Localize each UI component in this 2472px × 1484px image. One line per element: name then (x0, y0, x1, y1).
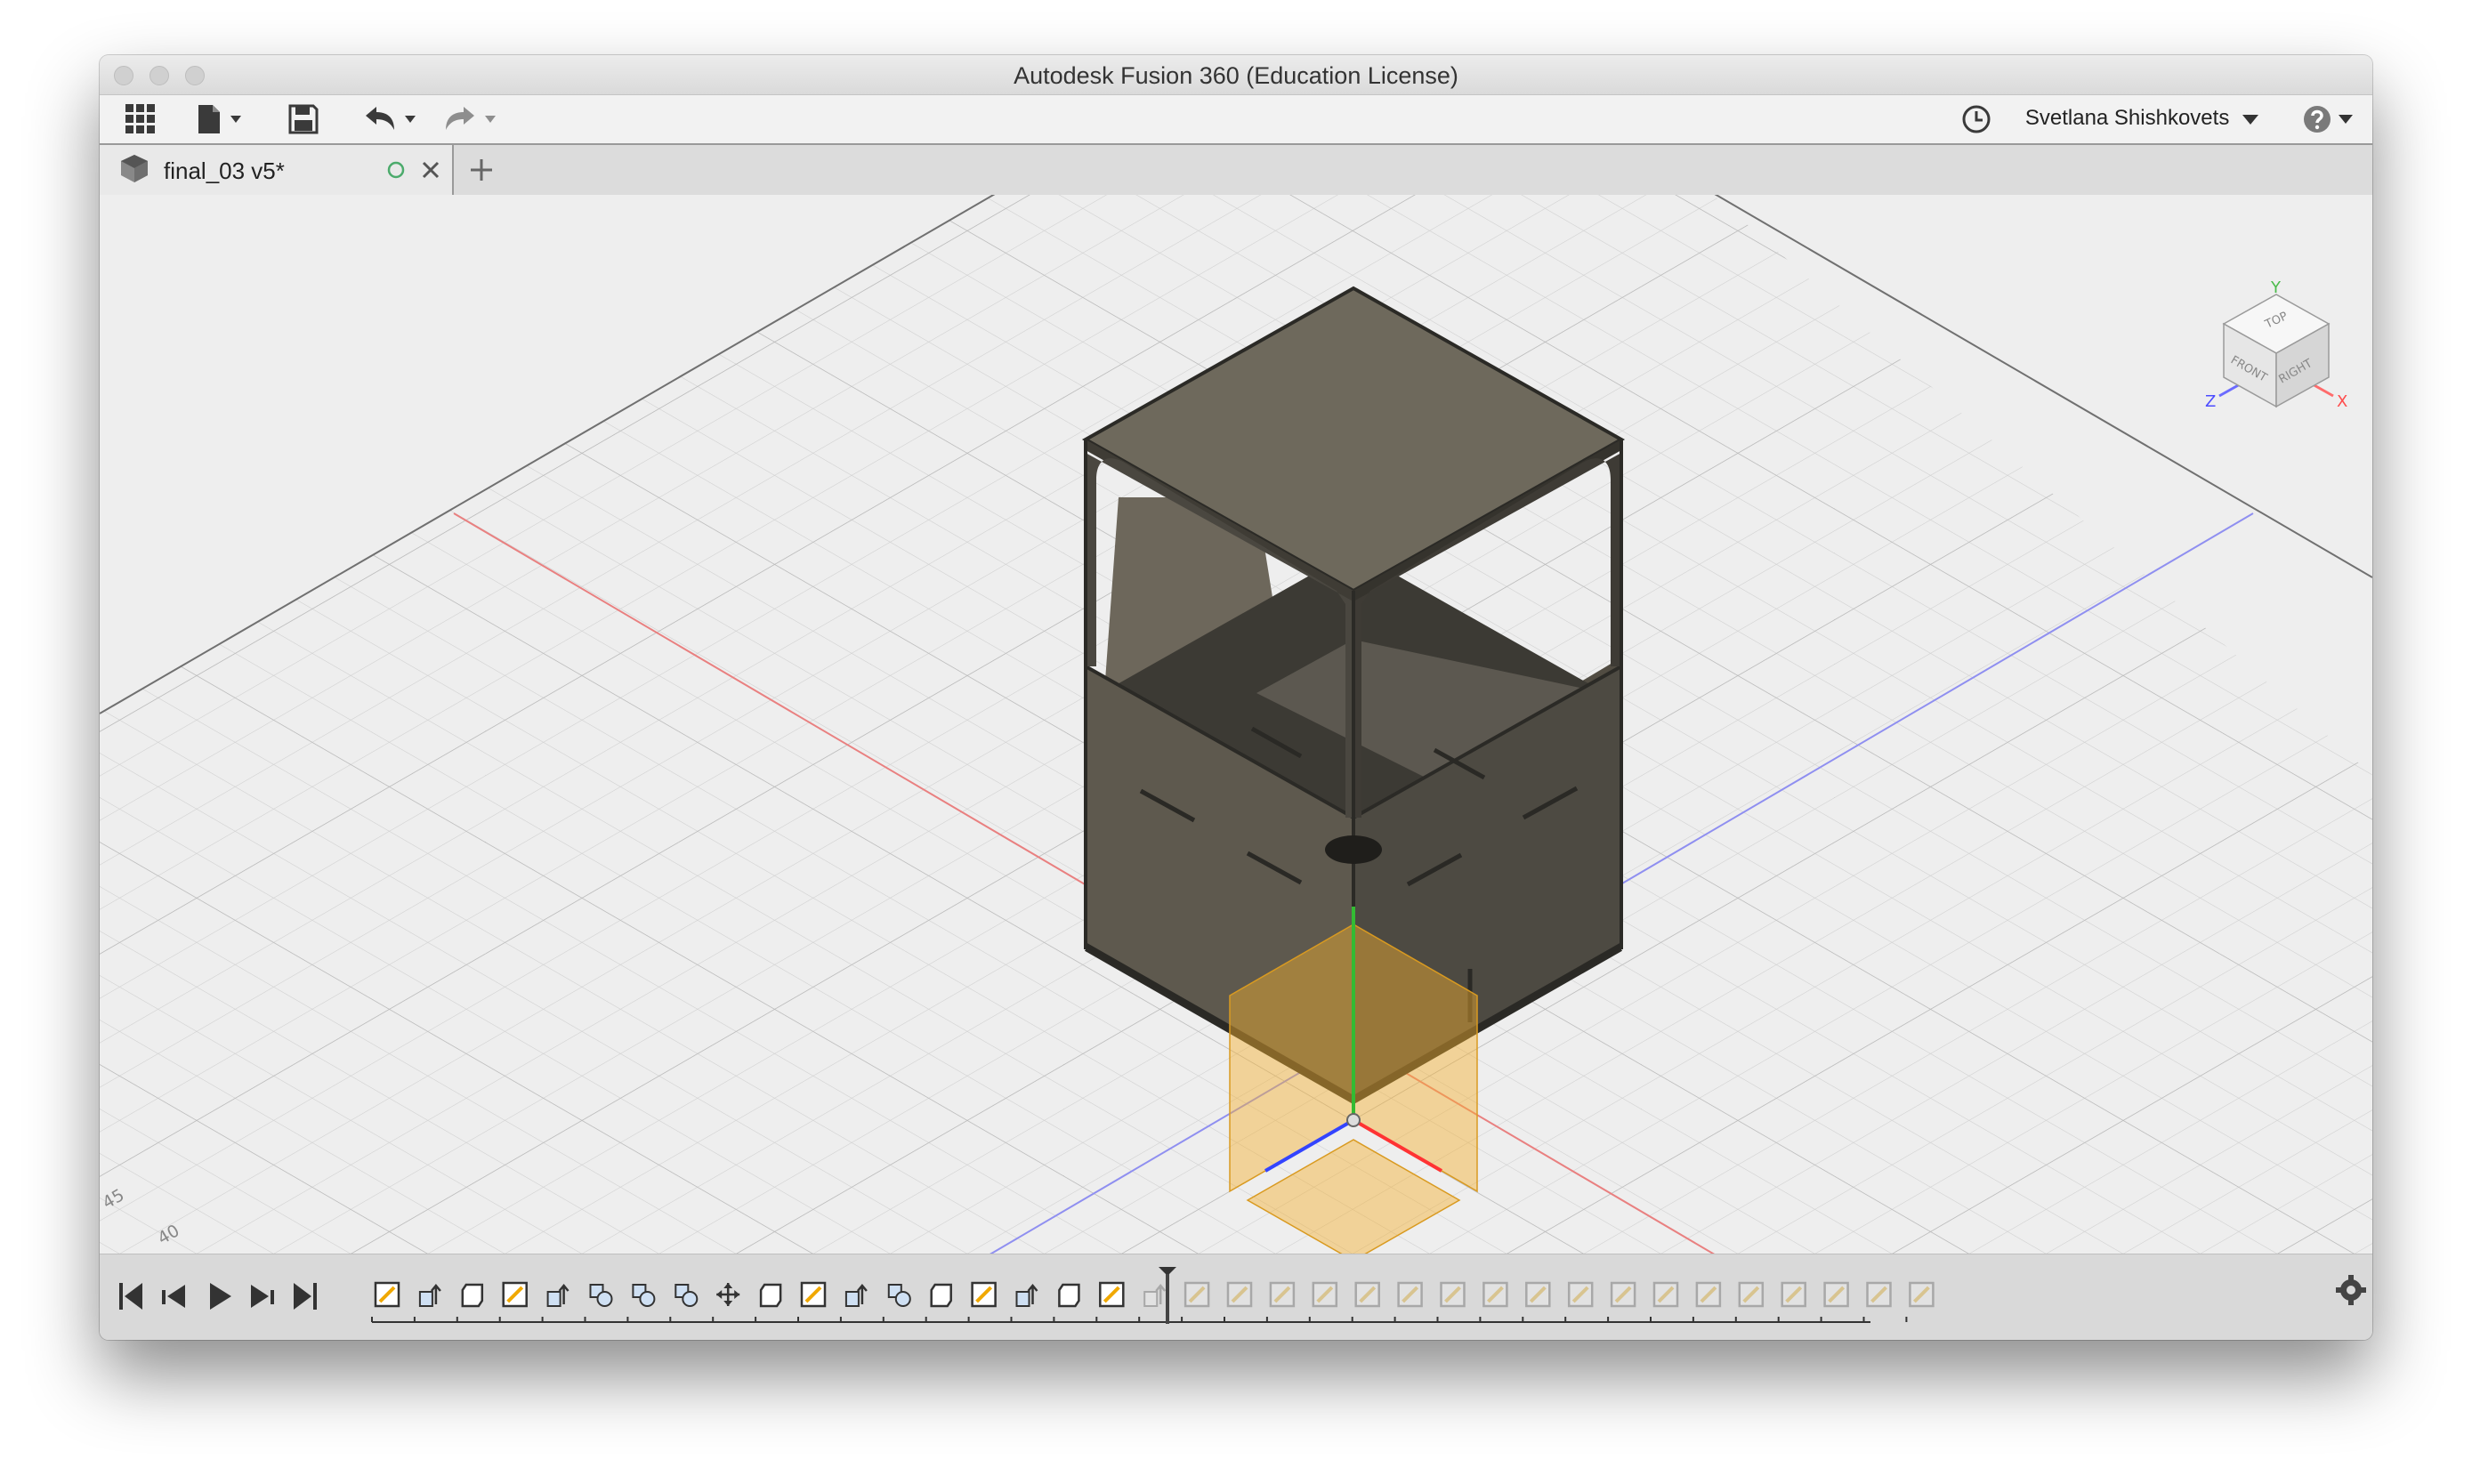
timeline-feature-sketch[interactable] (1738, 1281, 1765, 1308)
timeline-feature-sketch[interactable] (1610, 1281, 1636, 1308)
timeline-feature-sketch[interactable] (1781, 1281, 1806, 1308)
playback-controls (119, 1283, 317, 1310)
new-tab-icon[interactable] (468, 157, 495, 183)
timeline-bar (100, 1254, 2372, 1340)
timeline-feature-extrude[interactable] (418, 1284, 441, 1307)
timeline-feature-sketch[interactable] (1525, 1281, 1551, 1308)
timeline-feature-move[interactable] (716, 1283, 740, 1306)
timeline-feature-body[interactable] (1058, 1283, 1080, 1308)
window-title: Autodesk Fusion 360 (Education License) (1014, 62, 1458, 89)
viewcube-axis-y-label: Y (2270, 278, 2282, 297)
timeline-feature-sketch[interactable] (1866, 1281, 1892, 1308)
timeline-feature-sketch[interactable] (1397, 1281, 1423, 1308)
timeline-settings-button[interactable] (2336, 1275, 2366, 1305)
user-name: Svetlana Shishkovets (2024, 106, 2230, 130)
user-account-menu[interactable]: Svetlana Shishkovets (2025, 106, 2260, 131)
viewcube-axis-z-label: Z (2205, 392, 2216, 411)
timeline-feature-extrude[interactable] (844, 1284, 868, 1307)
document-tab-bar: final_03 v5* (100, 145, 2372, 195)
timeline-feature-sketch[interactable] (1652, 1281, 1679, 1308)
chevron-down-icon (2242, 114, 2258, 125)
unsaved-status-icon (387, 161, 405, 179)
file-menu-button[interactable] (192, 95, 251, 143)
timeline-feature-extrude[interactable] (1143, 1284, 1167, 1307)
help-icon (2304, 106, 2353, 133)
timeline-feature-sketch[interactable] (1482, 1281, 1508, 1308)
timeline-feature-sketch[interactable] (1909, 1281, 1935, 1308)
timeline-feature-sketch[interactable] (1269, 1281, 1296, 1308)
close-tab-icon[interactable] (420, 159, 441, 181)
timeline-feature-sketch[interactable] (1312, 1281, 1338, 1308)
redo-button[interactable] (438, 95, 505, 143)
undo-icon (366, 107, 416, 130)
skip-to-start-button[interactable] (119, 1283, 142, 1310)
undo-button[interactable] (358, 95, 425, 143)
file-icon (198, 105, 241, 133)
timeline-feature-extrude[interactable] (546, 1284, 570, 1307)
timeline-feature-combine[interactable] (632, 1284, 656, 1307)
timeline-feature-extrude[interactable] (1015, 1284, 1038, 1307)
timeline-feature-sketch[interactable] (800, 1281, 827, 1308)
viewcube-axis-x-label: X (2337, 392, 2347, 411)
timeline-feature-sketch[interactable] (1823, 1281, 1849, 1308)
timeline-feature-sketch[interactable] (1183, 1281, 1210, 1308)
step-forward-button[interactable] (251, 1285, 274, 1308)
toolbar: Svetlana Shishkovets (100, 95, 2372, 145)
view-cube[interactable]: TOP FRONT RIGHT Y Z X (2205, 278, 2347, 411)
timeline-feature-combine[interactable] (887, 1284, 911, 1307)
timeline-features (374, 1281, 1935, 1308)
step-back-button[interactable] (162, 1285, 185, 1308)
timeline-feature-combine[interactable] (589, 1284, 613, 1307)
title-bar: Autodesk Fusion 360 (Education License) (100, 55, 2372, 95)
timeline-feature-body[interactable] (930, 1283, 952, 1308)
data-panel-button[interactable] (119, 95, 162, 143)
timeline-feature-sketch[interactable] (1695, 1281, 1722, 1308)
skip-to-end-button[interactable] (294, 1283, 317, 1310)
play-button[interactable] (210, 1283, 231, 1310)
app-window: Autodesk Fusion 360 (Education License) (100, 55, 2372, 1340)
grid-icon (125, 104, 155, 133)
save-icon (288, 104, 319, 134)
timeline-feature-sketch[interactable] (1099, 1281, 1125, 1308)
timeline-feature-sketch[interactable] (1226, 1281, 1253, 1308)
clock-icon (1962, 105, 1991, 133)
timeline-feature-sketch[interactable] (502, 1281, 528, 1308)
help-button[interactable] (2301, 95, 2360, 143)
timeline-feature-body[interactable] (759, 1283, 782, 1308)
document-tab[interactable]: final_03 v5* (100, 145, 454, 195)
redo-icon (446, 107, 496, 130)
document-tab-label: final_03 v5* (164, 157, 285, 184)
timeline-feature-sketch[interactable] (971, 1281, 997, 1308)
timeline-feature-sketch[interactable] (374, 1281, 400, 1308)
timeline-feature-sketch[interactable] (1354, 1281, 1380, 1308)
timeline-feature-sketch[interactable] (1440, 1281, 1466, 1308)
timeline-feature-combine[interactable] (675, 1284, 699, 1307)
design-document-icon (121, 155, 148, 182)
job-status-button[interactable] (1956, 95, 1997, 143)
save-button[interactable] (283, 95, 324, 143)
timeline-feature-sketch[interactable] (1567, 1281, 1594, 1308)
timeline-feature-body[interactable] (461, 1283, 484, 1308)
3d-canvas[interactable]: 45 40 TOP FRONT RIGHT Y Z X (100, 195, 2372, 1309)
